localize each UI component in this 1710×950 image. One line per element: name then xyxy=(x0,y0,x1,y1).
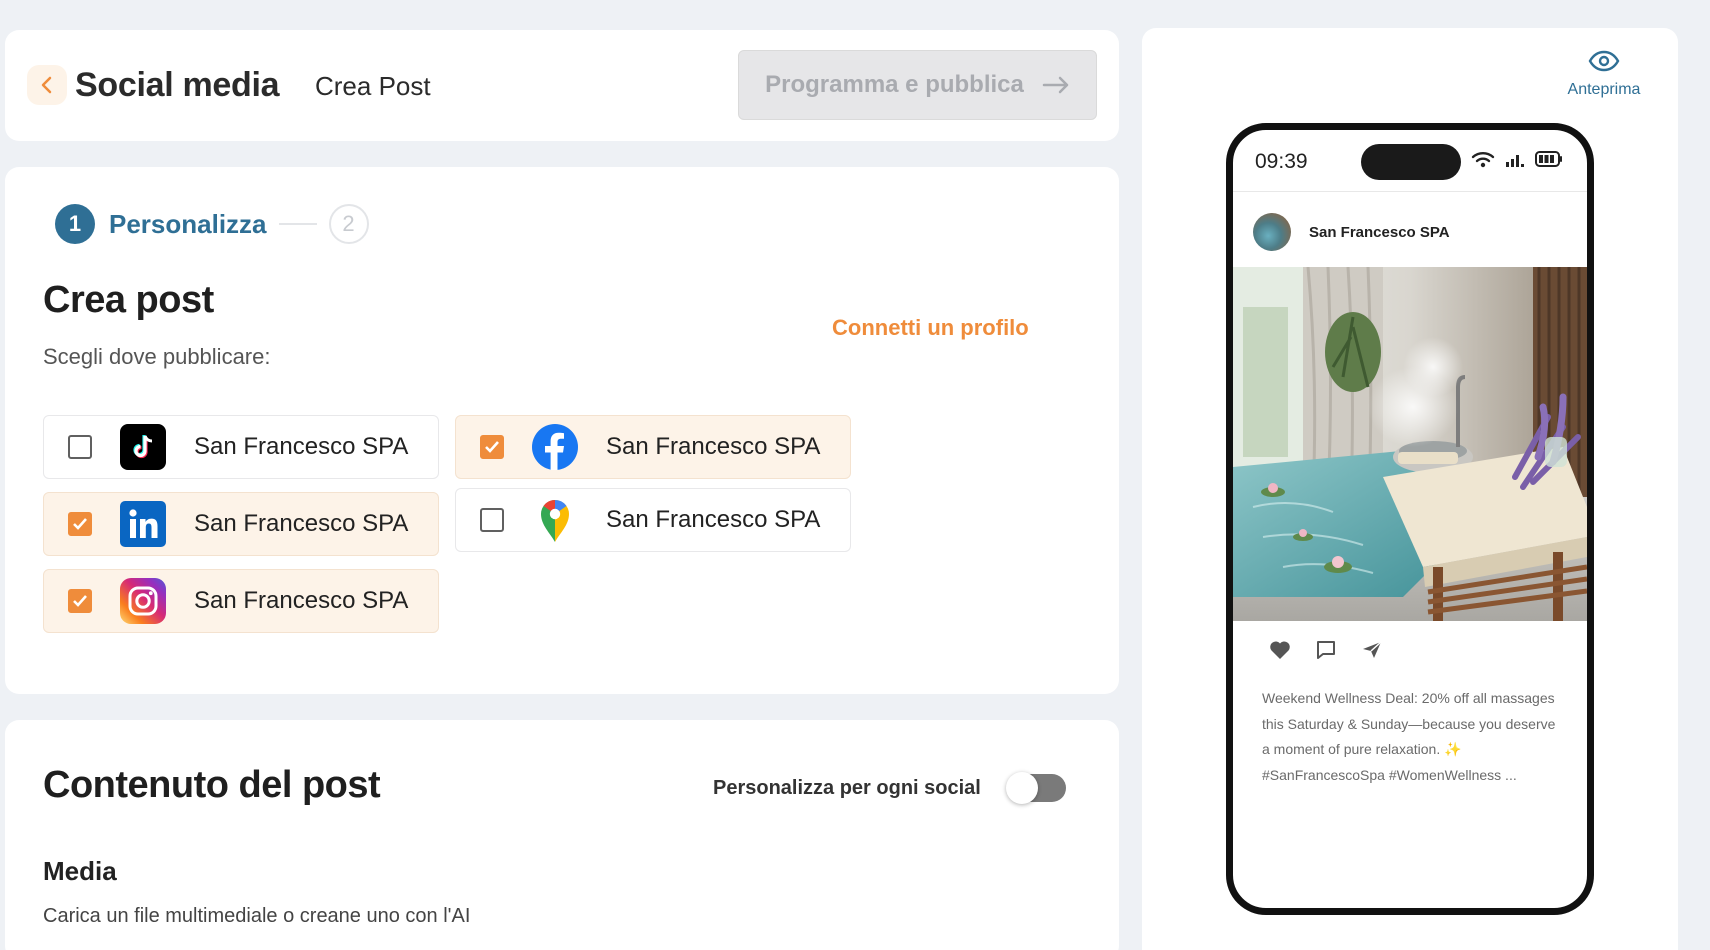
stepper: 1 Personalizza 2 xyxy=(55,204,369,244)
post-header: San Francesco SPA xyxy=(1253,213,1450,251)
checkmark-icon xyxy=(485,441,499,453)
checkmark-icon xyxy=(73,518,87,530)
connect-profile-link[interactable]: Connetti un profilo xyxy=(832,315,1029,341)
channel-label: San Francesco SPA xyxy=(194,433,409,460)
signal-icon xyxy=(1506,155,1524,167)
step-1-indicator[interactable]: 1 xyxy=(55,204,95,244)
schedule-publish-button[interactable]: Programma e pubblica xyxy=(738,50,1097,120)
instagram-icon xyxy=(120,578,166,624)
page-subtitle: Crea Post xyxy=(315,71,431,101)
google-maps-icon xyxy=(532,497,578,543)
create-post-subtitle: Scegli dove pubblicare: xyxy=(43,344,271,369)
post-content-title: Contenuto del post xyxy=(43,764,381,806)
share-icon[interactable] xyxy=(1361,640,1383,660)
media-heading: Media xyxy=(43,856,117,886)
linkedin-icon xyxy=(120,501,166,547)
channel-checkbox[interactable] xyxy=(68,435,92,459)
step-connector xyxy=(278,223,317,225)
heart-icon[interactable] xyxy=(1269,640,1291,660)
channel-label: San Francesco SPA xyxy=(194,510,409,537)
phone-status-bar: 09:39 xyxy=(1233,130,1587,192)
step-1-label: Personalizza xyxy=(109,208,267,239)
status-icons xyxy=(1471,150,1563,168)
tiktok-icon xyxy=(120,424,166,470)
page-title: Social media xyxy=(75,66,280,104)
post-account-name: San Francesco SPA xyxy=(1309,223,1450,241)
customize-per-social-label: Personalizza per ogni social xyxy=(713,777,981,799)
create-post-card: 1 Personalizza 2 Crea post Scegli dove p… xyxy=(5,167,1119,694)
customize-per-social-toggle[interactable] xyxy=(1006,772,1066,804)
eye-icon xyxy=(1588,50,1620,72)
preview-panel: Anteprima 09:39 San Francesco SPA Weeken… xyxy=(1142,28,1678,950)
post-image xyxy=(1233,267,1587,621)
avatar xyxy=(1253,213,1291,251)
facebook-icon xyxy=(532,424,578,470)
channel-label: San Francesco SPA xyxy=(606,433,821,460)
phone-time: 09:39 xyxy=(1255,150,1308,173)
channel-checkbox[interactable] xyxy=(480,435,504,459)
channel-option-tiktok[interactable]: San Francesco SPA xyxy=(43,415,439,479)
back-button[interactable] xyxy=(27,65,67,105)
channel-option-linkedin[interactable]: San Francesco SPA xyxy=(43,492,439,556)
header-card: Social media Crea Post Programma e pubbl… xyxy=(5,30,1119,141)
comment-icon[interactable] xyxy=(1315,640,1337,660)
channel-label: San Francesco SPA xyxy=(194,587,409,614)
channel-checkbox[interactable] xyxy=(68,512,92,536)
chevron-left-icon xyxy=(41,76,52,94)
wifi-icon xyxy=(1471,152,1495,168)
channel-option-google-maps[interactable]: San Francesco SPA xyxy=(455,488,851,552)
preview-button[interactable]: Anteprima xyxy=(1554,50,1654,99)
channel-label: San Francesco SPA xyxy=(606,506,821,533)
channel-checkbox[interactable] xyxy=(68,589,92,613)
dynamic-island xyxy=(1361,144,1461,180)
create-post-title: Crea post xyxy=(43,279,214,321)
battery-icon xyxy=(1535,151,1562,167)
phone-mockup: 09:39 San Francesco SPA Weekend Wellness… xyxy=(1226,123,1594,915)
toggle-knob xyxy=(1006,772,1038,804)
channel-option-facebook[interactable]: San Francesco SPA xyxy=(455,415,851,479)
checkmark-icon xyxy=(73,595,87,607)
schedule-publish-label: Programma e pubblica xyxy=(765,71,1024,98)
preview-label: Anteprima xyxy=(1567,81,1641,98)
channel-checkbox[interactable] xyxy=(480,508,504,532)
media-description: Carica un file multimediale o creane uno… xyxy=(43,905,471,927)
arrow-right-icon xyxy=(1042,76,1069,94)
channel-option-instagram[interactable]: San Francesco SPA xyxy=(43,569,439,633)
post-caption: Weekend Wellness Deal: 20% off all massa… xyxy=(1262,690,1556,783)
post-actions xyxy=(1269,640,1383,660)
step-2-indicator[interactable]: 2 xyxy=(328,204,369,244)
post-content-card: Contenuto del post Personalizza per ogni… xyxy=(5,720,1119,950)
